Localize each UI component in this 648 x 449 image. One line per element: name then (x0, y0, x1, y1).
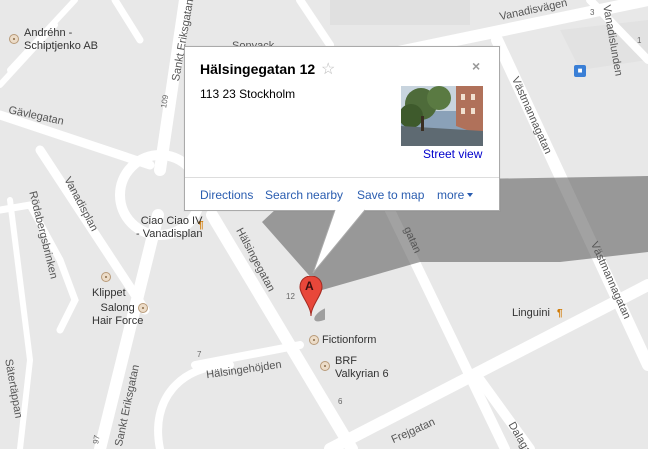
chevron-down-icon[interactable] (467, 193, 473, 197)
map-canvas[interactable]: Vanadisvägen Vanadislunden Sankt Eriksga… (0, 0, 648, 449)
directions-link[interactable]: Directions (200, 188, 253, 202)
more-link[interactable]: more (437, 188, 464, 202)
close-icon[interactable]: × (472, 58, 480, 74)
street-view-image (401, 86, 483, 146)
info-window-title: Hälsingegatan 12 (200, 61, 316, 77)
info-window-divider (185, 177, 499, 178)
save-to-map-link[interactable]: Save to map (357, 188, 424, 202)
marker-label: A (305, 279, 314, 293)
info-window-address: 113 23 Stockholm (200, 87, 296, 101)
street-view-thumbnail[interactable] (401, 86, 483, 146)
star-icon[interactable]: ☆ (321, 59, 335, 79)
search-nearby-link[interactable]: Search nearby (265, 188, 343, 202)
street-view-link[interactable]: Street view (423, 147, 482, 161)
